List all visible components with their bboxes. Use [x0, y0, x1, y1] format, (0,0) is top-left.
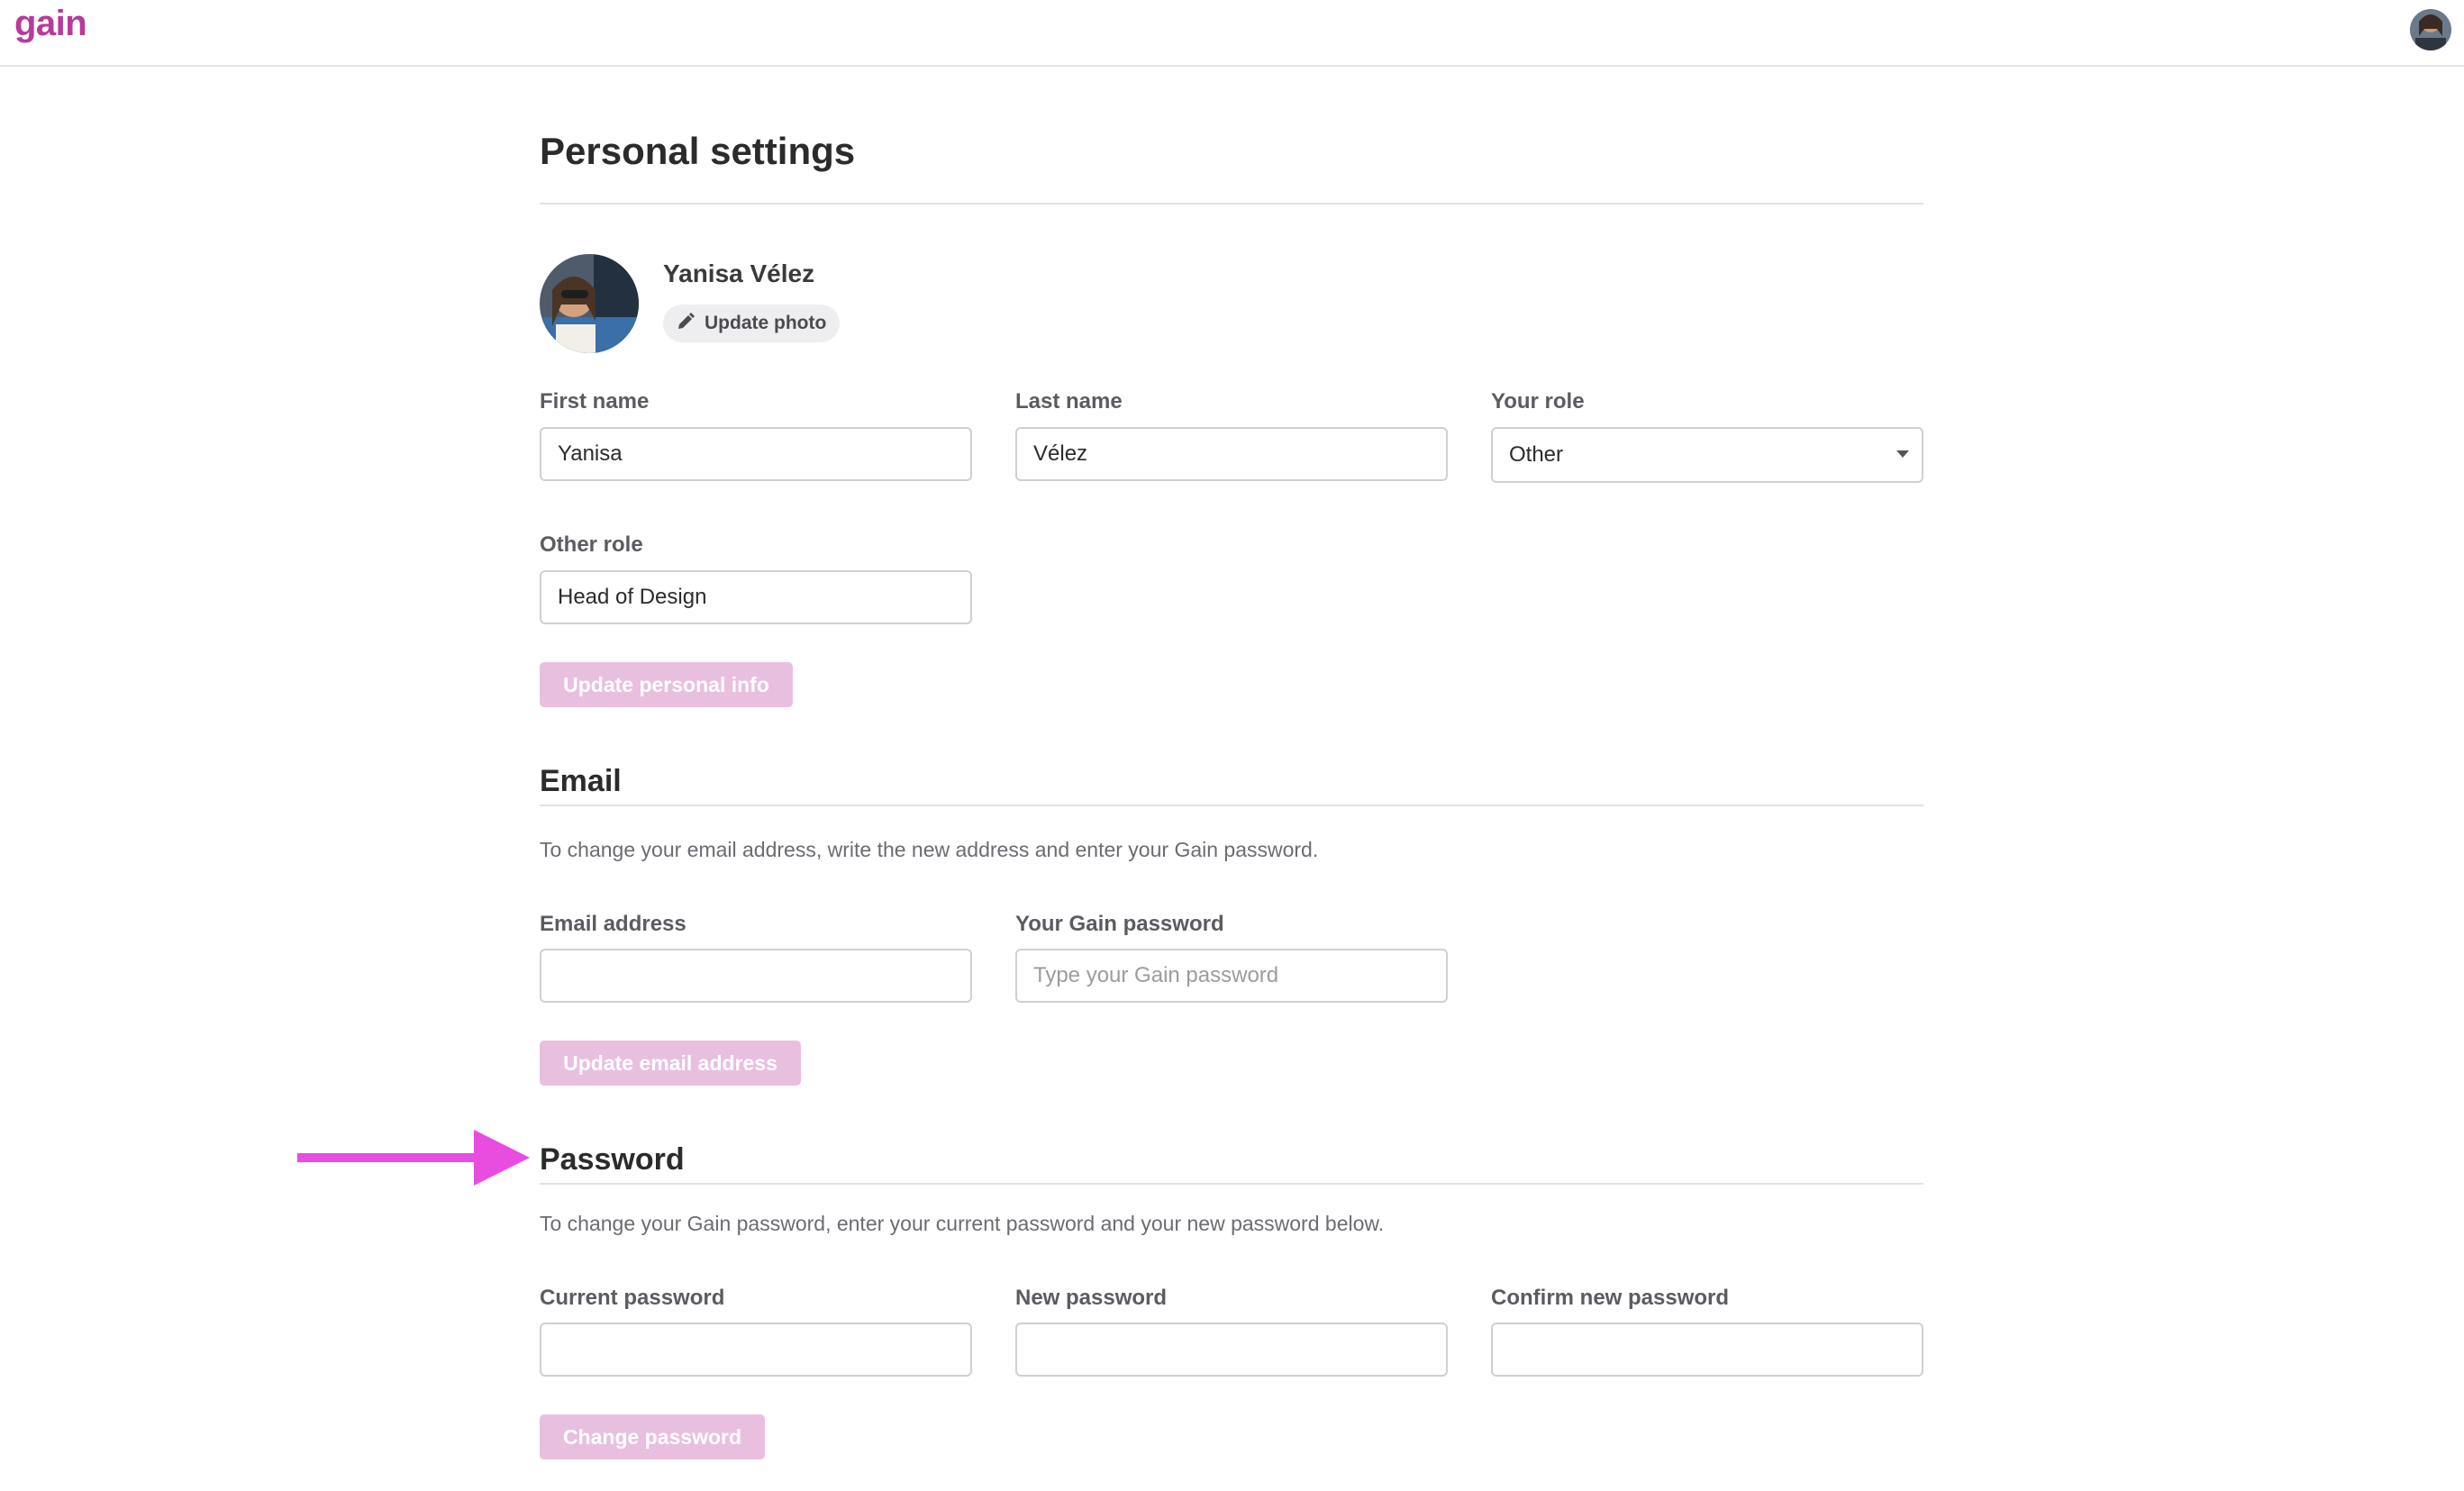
email-address-label: Email address — [540, 912, 686, 936]
password-divider — [540, 1183, 1923, 1185]
gain-password-field[interactable] — [1015, 949, 1448, 1003]
last-name-field[interactable] — [1015, 427, 1448, 481]
email-divider — [540, 805, 1923, 806]
role-select-value: Other — [1509, 442, 1564, 467]
other-role-label: Other role — [540, 532, 643, 557]
user-name: Yanisa Vélez — [663, 259, 815, 287]
email-section-title: Email — [540, 764, 622, 798]
change-password-button[interactable]: Change password — [540, 1414, 765, 1459]
first-name-label: First name — [540, 389, 650, 414]
settings-page: Personal settings Yanisa Vélez Update ph… — [0, 0, 2464, 1491]
role-select[interactable]: Other — [1491, 427, 1923, 483]
first-name-field[interactable] — [540, 427, 972, 481]
last-name-label: Last name — [1015, 389, 1123, 414]
profile-avatar — [540, 254, 639, 353]
role-label: Your role — [1491, 389, 1585, 414]
update-personal-info-button[interactable]: Update personal info — [540, 662, 793, 707]
gain-password-input[interactable] — [1017, 950, 1446, 1001]
last-name-input[interactable] — [1017, 429, 1446, 479]
password-help-text: To change your Gain password, enter your… — [540, 1212, 1385, 1235]
update-email-button[interactable]: Update email address — [540, 1041, 801, 1086]
update-photo-button[interactable]: Update photo — [663, 305, 840, 342]
annotation-arrow — [297, 1130, 530, 1186]
current-password-input[interactable] — [541, 1324, 970, 1375]
email-help-text: To change your email address, write the … — [540, 838, 1319, 861]
gain-password-label: Your Gain password — [1015, 912, 1224, 936]
new-password-label: New password — [1015, 1286, 1168, 1310]
new-password-input[interactable] — [1017, 1324, 1446, 1375]
email-address-input[interactable] — [541, 950, 970, 1001]
confirm-password-field[interactable] — [1491, 1323, 1923, 1377]
pencil-icon — [676, 312, 696, 336]
update-photo-label: Update photo — [705, 313, 827, 333]
page-title: Personal settings — [540, 130, 856, 172]
new-password-field[interactable] — [1015, 1323, 1448, 1377]
other-role-field[interactable] — [540, 570, 972, 624]
password-section-title: Password — [540, 1142, 685, 1177]
email-address-field[interactable] — [540, 949, 972, 1003]
first-name-input[interactable] — [541, 429, 970, 479]
title-divider — [540, 203, 1923, 205]
confirm-password-label: Confirm new password — [1491, 1286, 1730, 1310]
other-role-input[interactable] — [541, 572, 970, 623]
caret-down-icon — [1896, 450, 1909, 458]
current-password-field[interactable] — [540, 1323, 972, 1377]
confirm-password-input[interactable] — [1493, 1324, 1922, 1375]
current-password-label: Current password — [540, 1286, 725, 1310]
